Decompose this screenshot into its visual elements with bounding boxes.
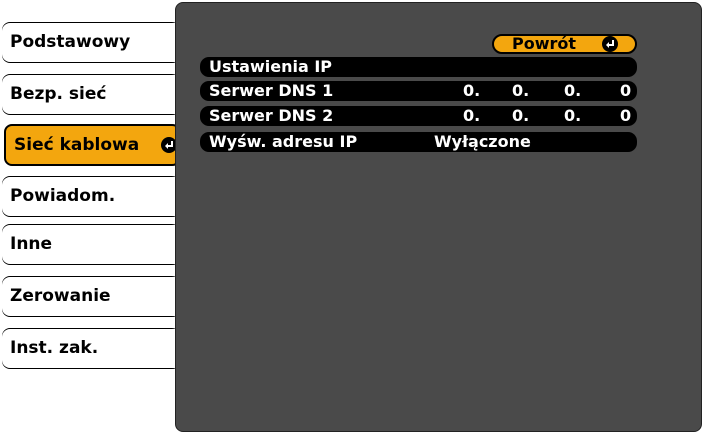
- sidebar-item-label: Sieć kablowa: [14, 135, 140, 155]
- back-button-label: Powrót: [512, 34, 577, 53]
- row-label: Serwer DNS 1: [209, 81, 334, 100]
- dns1-octet-3: 0.: [564, 81, 582, 100]
- row-label: Serwer DNS 2: [209, 106, 334, 125]
- dns1-octet-1: 0.: [463, 81, 481, 100]
- sidebar-item-inne[interactable]: Inne: [2, 224, 182, 265]
- back-button[interactable]: Powrót: [492, 34, 637, 54]
- enter-icon: [602, 36, 618, 52]
- row-value: Wyłączone: [434, 132, 531, 151]
- sidebar-item-label: Inne: [2, 225, 181, 264]
- row-serwer-dns-1[interactable]: Serwer DNS 1 0. 0. 0. 0: [200, 81, 637, 101]
- sidebar-item-zerowanie[interactable]: Zerowanie: [2, 276, 182, 317]
- sidebar-item-inst-zak[interactable]: Inst. zak.: [2, 328, 182, 369]
- dns2-octet-2: 0.: [512, 106, 530, 125]
- sidebar-item-label: Podstawowy: [2, 23, 181, 62]
- dns2-octet-1: 0.: [463, 106, 481, 125]
- dns1-octet-4: 0: [620, 81, 632, 100]
- sidebar-item-bezp-siec[interactable]: Bezp. sieć: [2, 74, 182, 115]
- sidebar-item-label: Inst. zak.: [2, 329, 181, 368]
- row-wysw-adresu-ip[interactable]: Wyśw. adresu IP Wyłączone: [200, 132, 637, 152]
- sidebar-item-label: Powiadom.: [2, 177, 181, 216]
- sidebar-item-siec-kablowa[interactable]: Sieć kablowa: [4, 124, 182, 166]
- row-ustawienia-ip[interactable]: Ustawienia IP: [200, 57, 637, 77]
- sidebar-item-label: Zerowanie: [2, 277, 181, 316]
- sidebar-item-powiadom[interactable]: Powiadom.: [2, 176, 182, 217]
- row-label: Ustawienia IP: [209, 57, 332, 76]
- sidebar-item-podstawowy[interactable]: Podstawowy: [2, 22, 182, 63]
- row-serwer-dns-2[interactable]: Serwer DNS 2 0. 0. 0. 0: [200, 106, 637, 126]
- dns2-octet-3: 0.: [564, 106, 582, 125]
- dns1-octet-2: 0.: [512, 81, 530, 100]
- dns2-octet-4: 0: [620, 106, 632, 125]
- sidebar-item-label: Bezp. sieć: [2, 75, 181, 114]
- row-label: Wyśw. adresu IP: [209, 132, 358, 151]
